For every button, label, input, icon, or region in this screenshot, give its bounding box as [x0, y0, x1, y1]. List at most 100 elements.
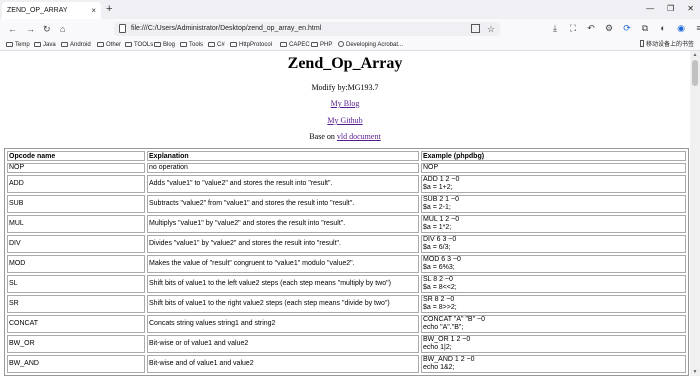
explanation-cell: Concats string values string1 and string…	[147, 315, 419, 333]
tab-close-icon[interactable]: ×	[91, 2, 96, 19]
bookmark-folder[interactable]: Temp	[6, 39, 30, 51]
opcode-name-cell: DIV	[7, 235, 145, 253]
menu-icon[interactable]: ≡	[694, 22, 700, 34]
page-scrollbar[interactable]: ▲ ▼	[690, 51, 700, 376]
example-line: $a = 2-1;	[423, 204, 451, 211]
profile-icon[interactable]: ◐	[658, 22, 668, 34]
example-line: SUB 2 1 ~0	[423, 196, 459, 203]
table-row: BW_AND Bit-wise and of value1 and value2 B…	[7, 355, 686, 373]
restore-icon[interactable]: ❐	[667, 2, 674, 16]
example-cell: MUL 1 2 ~0 $a = 1*2;	[421, 215, 686, 233]
example-line: $a = 1+2;	[423, 184, 453, 191]
bookmark-label: Developing Acrobat...	[346, 42, 404, 48]
table-row: NOP no operation NOP	[7, 163, 686, 173]
bookmark-star-icon[interactable]: ☆	[487, 22, 495, 36]
example-line: SR 8 2 ~0	[423, 296, 455, 303]
scroll-thumb[interactable]	[692, 60, 698, 86]
bookmark-folder[interactable]: Other	[97, 39, 121, 51]
globe-icon	[338, 41, 344, 47]
explanation-cell: Makes the value of "result" congruent to…	[147, 255, 419, 273]
table-row: ADD Adds "value1" to "value2" and stores …	[7, 175, 686, 193]
example-cell: BW_AND 1 2 ~0 echo 1&2;	[421, 355, 686, 373]
bookmark-label: TOOLs	[134, 42, 154, 48]
folder-icon	[280, 42, 287, 47]
bookmark-label: Java	[43, 42, 56, 48]
example-line: $a = 6/3;	[423, 244, 451, 251]
bookmark-folder[interactable]: TOOLs	[125, 39, 153, 51]
example-cell: SL 8 2 ~0 $a = 8<<2;	[421, 275, 686, 293]
bookmark-label: Blog	[163, 42, 176, 48]
sync-icon[interactable]: ⟳	[622, 22, 632, 34]
settings-icon[interactable]: ⚙	[604, 22, 614, 34]
bookmark-label: Tools	[189, 42, 204, 48]
reload-icon[interactable]: ↻	[43, 22, 51, 36]
header-example: Example (phpdbg)	[421, 151, 686, 161]
mobile-bookmarks[interactable]: 移动设备上的书签	[639, 39, 694, 51]
scroll-up-icon[interactable]: ▲	[692, 52, 698, 58]
explanation-cell: Shift bits of value1 to the right value2…	[147, 295, 419, 313]
address-bar[interactable]: file:///C:/Users/Administrator/Desktop/z…	[114, 22, 500, 36]
bookmark-folder[interactable]: Android	[61, 39, 91, 51]
explanation-cell: Shift bits of value1 to the left value2 …	[147, 275, 419, 293]
tab-active[interactable]: ZEND_OP_ARRAY ×	[2, 2, 101, 19]
account-icon[interactable]: ◉	[676, 22, 686, 34]
reader-view-icon[interactable]	[471, 24, 480, 33]
example-line: echo 1|2;	[423, 344, 452, 351]
bookmark-folder[interactable]: Blog	[154, 39, 175, 51]
bookmark-folder[interactable]: C#	[208, 39, 225, 51]
opcode-name-cell: SUB	[7, 195, 145, 213]
undo-icon[interactable]: ↶	[586, 22, 596, 34]
opcode-name-cell: SL	[7, 275, 145, 293]
bookmark-folder[interactable]: PHP	[311, 39, 332, 51]
navigation-toolbar: ← → ↻ ⌂ file:///C:/Users/Administrator/D…	[0, 19, 700, 39]
back-icon[interactable]: ←	[8, 22, 17, 36]
opcode-name-cell: BW_OR	[7, 335, 145, 353]
bookmark-folder[interactable]: Tools	[180, 39, 203, 51]
bookmark-folder[interactable]: HttpProtocol	[230, 39, 272, 51]
example-line: BW_AND 1 2 ~0	[423, 356, 475, 363]
bookmark-label: Temp	[15, 42, 30, 48]
my-blog-link[interactable]: My Blog	[331, 99, 360, 108]
page-title: Zend_Op_Array	[287, 55, 403, 72]
folder-icon	[97, 42, 104, 47]
tab-strip: ZEND_OP_ARRAY × + — ❐ ✕	[0, 0, 700, 19]
home-icon[interactable]: ⌂	[60, 22, 65, 36]
tab-title: ZEND_OP_ARRAY	[7, 7, 68, 14]
mobile-icon	[639, 40, 644, 47]
toolbar-icons: ⤓ ⛶ ↶ ⚙ ⟳ ⧉ ◐ ◉ ≡	[550, 22, 700, 34]
minimize-icon[interactable]: —	[646, 2, 654, 16]
mobile-bookmarks-label: 移动设备上的书签	[645, 42, 694, 48]
page-viewport: Zend_Op_Array Modify by:MG193.7 My Blog …	[0, 51, 700, 376]
example-line: CONCAT "A" "B" ~0	[423, 316, 486, 323]
my-github-link[interactable]: My Github	[327, 116, 362, 125]
bookmark-label: CAPEC	[289, 42, 310, 48]
header-explanation: Explanation	[147, 151, 419, 161]
bookmark-folder[interactable]: CAPEC	[280, 39, 310, 51]
explanation-cell: Divides "value1" by "value2" and stores …	[147, 235, 419, 253]
scroll-down-icon[interactable]: ▼	[692, 369, 698, 375]
example-line: echo "A"."B";	[423, 324, 464, 331]
header-opcode-name: Opcode name	[7, 151, 145, 161]
table-row: SL Shift bits of value1 to the left value…	[7, 275, 686, 293]
explanation-cell: Subtracts "value2" from "value1" and sto…	[147, 195, 419, 213]
folder-icon	[180, 42, 187, 47]
example-line: $a = 6%3;	[423, 264, 455, 271]
screenshot-icon[interactable]: ⛶	[568, 22, 578, 34]
new-tab-button[interactable]: +	[106, 3, 112, 16]
opcode-name-cell: NOP	[7, 163, 145, 173]
download-icon[interactable]: ⤓	[550, 22, 560, 34]
example-line: BW_OR 1 2 ~0	[423, 336, 471, 343]
example-line: echo 1&2;	[423, 364, 455, 371]
close-window-icon[interactable]: ✕	[687, 2, 694, 16]
folder-icon	[125, 42, 132, 47]
bookmark-folder[interactable]: Java	[34, 39, 56, 51]
url-text[interactable]: file:///C:/Users/Administrator/Desktop/z…	[131, 22, 321, 36]
folder-icon	[311, 42, 318, 47]
extensions-icon[interactable]: ⧉	[640, 22, 650, 34]
vld-document-link[interactable]: vld document	[337, 132, 381, 141]
forward-icon[interactable]: →	[26, 22, 35, 36]
bookmark-label: C#	[217, 42, 225, 48]
explanation-cell: Bit-wise or of value1 and value2	[147, 335, 419, 353]
bookmark-link[interactable]: Developing Acrobat...	[338, 39, 403, 51]
example-line: $a = 1*2;	[423, 224, 452, 231]
